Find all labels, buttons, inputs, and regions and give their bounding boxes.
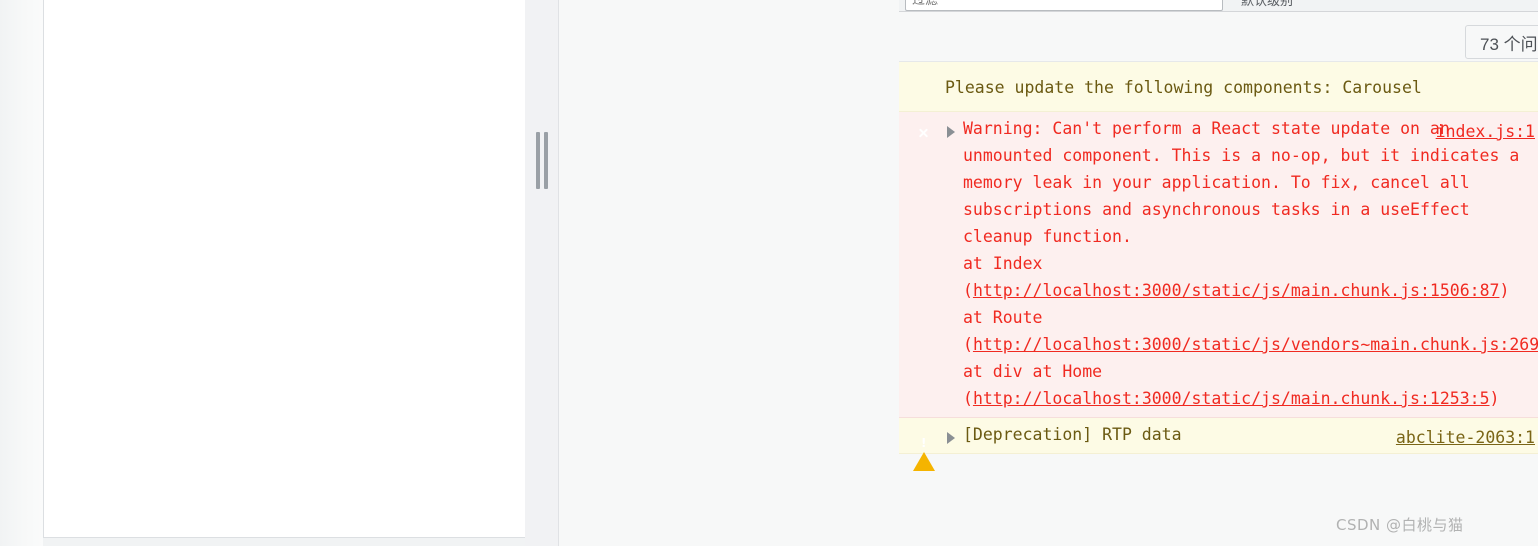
issues-count-label: 73 个问题: xyxy=(1480,34,1538,54)
console-message-list[interactable]: Please update the following components: … xyxy=(899,62,1538,546)
stack-frame-link[interactable]: http://localhost:3000/static/js/main.chu… xyxy=(973,389,1490,408)
console-message-react-update[interactable]: Please update the following components: … xyxy=(899,62,1538,112)
stack-frame-suffix: ) xyxy=(1499,281,1510,300)
devtools-splitter-grip[interactable] xyxy=(536,132,549,189)
stack-frame-prefix: at div xyxy=(963,362,1023,381)
page-left-gutter xyxy=(0,0,43,546)
error-circle-icon xyxy=(913,123,934,144)
console-source-link[interactable]: index.js:1 xyxy=(1436,118,1535,145)
grip-bar-1 xyxy=(536,132,540,189)
console-source-link[interactable]: abclite-2063:1 xyxy=(1396,424,1535,451)
rendered-page-viewport[interactable] xyxy=(43,0,525,538)
expand-triangle-icon[interactable] xyxy=(947,432,955,444)
stack-frame-link[interactable]: http://localhost:3000/static/js/vendors~… xyxy=(973,335,1538,354)
console-filter-toolbar: 默认级别 xyxy=(899,0,1538,12)
console-message-text: Please update the following components: … xyxy=(945,78,1422,97)
screenshot-root: 默认级别 73 个问题: 72 xyxy=(0,0,1538,546)
console-message-text: [Deprecation] RTP data xyxy=(963,425,1182,444)
grip-bar-2 xyxy=(544,132,548,189)
issues-summary-bar: 73 个问题: 72 xyxy=(899,12,1538,62)
issues-chip-button[interactable]: 73 个问题: 72 xyxy=(1465,25,1538,59)
console-message-deprecation[interactable]: abclite-2063:1 [Deprecation] RTP data xyxy=(899,418,1538,471)
stack-frame-suffix: ) xyxy=(1489,389,1500,408)
devtools-splitter[interactable] xyxy=(525,0,558,546)
warning-triangle-icon xyxy=(913,429,935,471)
console-stack-trace: at Index (http://localhost:3000/static/j… xyxy=(963,250,1538,412)
devtools-panel: 默认级别 73 个问题: 72 xyxy=(558,0,1538,546)
default-levels-dropdown[interactable]: 默认级别 xyxy=(1241,0,1293,9)
console-message-react-unmounted[interactable]: index.js:1 Warning: Can't perform a Reac… xyxy=(899,112,1538,418)
expand-triangle-icon[interactable] xyxy=(947,126,955,138)
stack-frame-link[interactable]: http://localhost:3000/static/js/main.chu… xyxy=(973,281,1500,300)
console-filter-input[interactable] xyxy=(905,0,1223,11)
